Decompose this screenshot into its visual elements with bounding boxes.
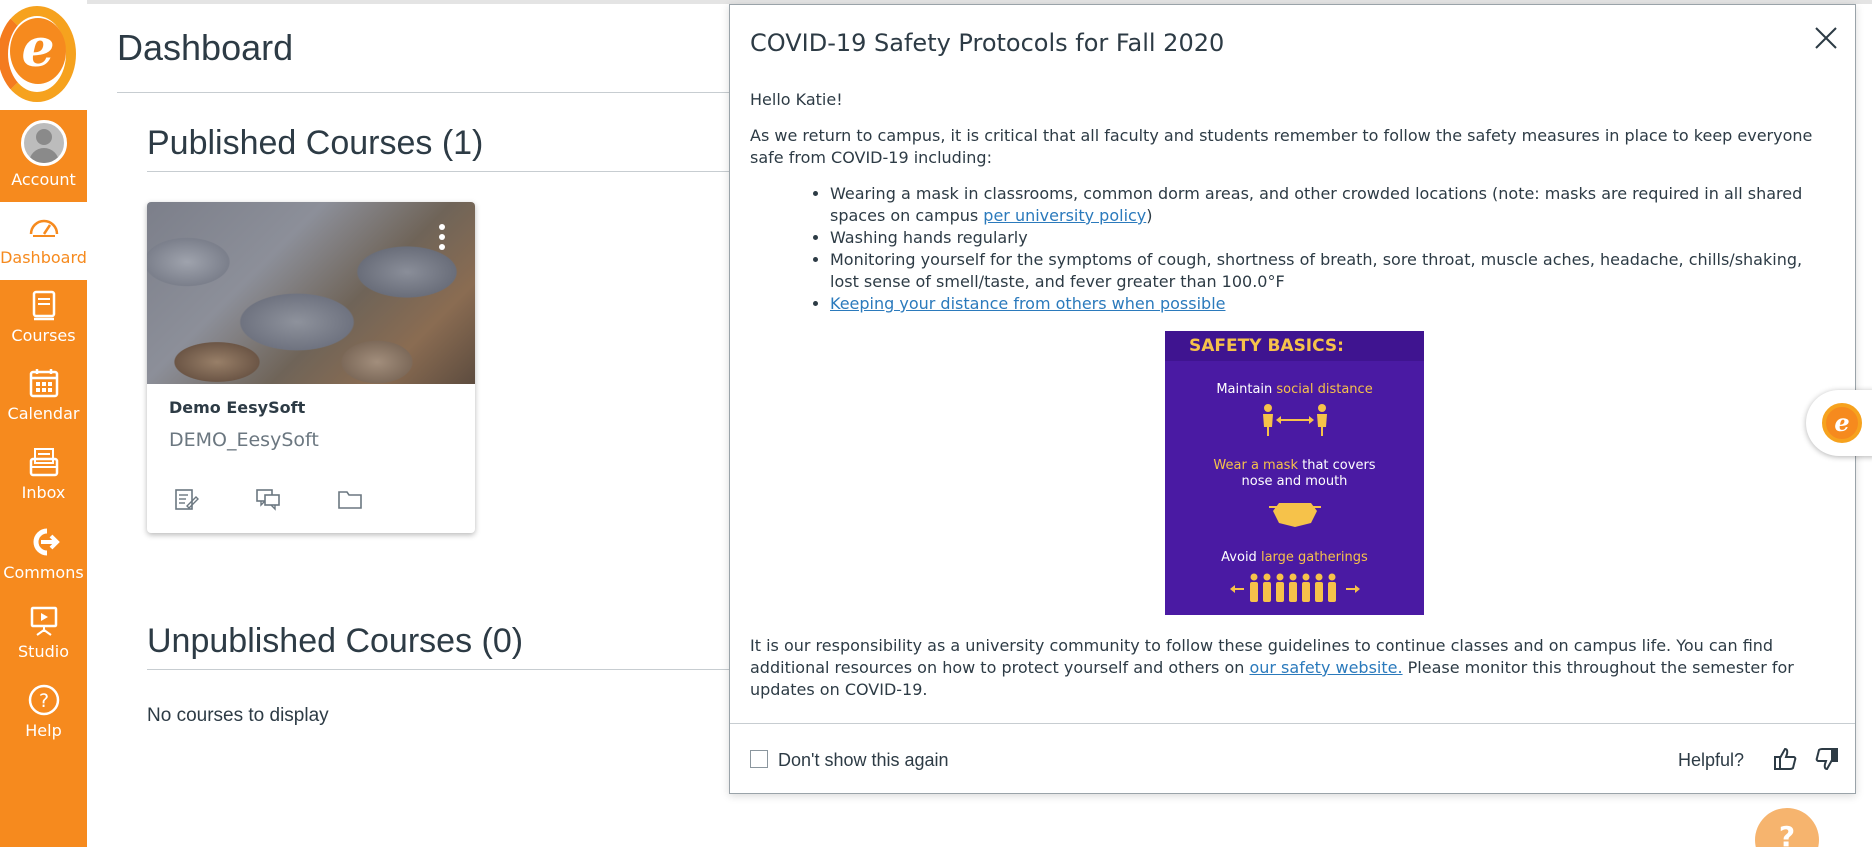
calendar-icon	[27, 366, 61, 400]
face-mask-icon	[1269, 503, 1321, 527]
safety-list: Wearing a mask in classrooms, common dor…	[830, 183, 1832, 315]
nav-dashboard-label: Dashboard	[0, 248, 87, 267]
gatherings-icon	[1230, 573, 1360, 602]
helpful-label: Helpful?	[1678, 750, 1745, 770]
files-icon[interactable]	[337, 486, 363, 512]
poster-line-mask-2: nose and mouth	[1241, 474, 1348, 489]
poster-line-gatherings: Avoid large gatherings	[1221, 550, 1368, 565]
nav-help-label: Help	[25, 721, 62, 740]
list-item: Wearing a mask in classrooms, common dor…	[830, 183, 1832, 227]
mask-text: Wearing a mask in classrooms, common dor…	[830, 184, 1803, 225]
nav-studio-label: Studio	[18, 642, 69, 661]
commons-icon	[27, 525, 61, 559]
dont-show-checkbox[interactable]	[750, 750, 768, 768]
closing-paragraph: It is our responsibility as a university…	[750, 636, 1794, 699]
published-courses-heading: Published Courses (1)	[147, 124, 484, 162]
published-divider	[147, 171, 737, 172]
thumbs-up-icon[interactable]	[1772, 746, 1798, 772]
list-item: Keeping your distance from others when p…	[830, 293, 1832, 315]
washing-text: Washing hands regularly	[830, 228, 1028, 247]
close-button[interactable]	[1811, 23, 1841, 53]
poster-line-distance: Maintain social distance	[1216, 382, 1373, 397]
announcement-modal: COVID-19 Safety Protocols for Fall 2020 …	[729, 4, 1856, 794]
greeting: Hello Katie!	[750, 90, 843, 109]
unpublished-divider	[147, 669, 737, 670]
floating-help-button[interactable]: ?	[1755, 808, 1819, 847]
logo-letter-icon: e	[10, 18, 66, 84]
nav-account-label: Account	[11, 170, 76, 189]
dont-show-label[interactable]: Don't show this again	[778, 748, 949, 772]
nav-account[interactable]: Account	[0, 110, 87, 202]
list-item: Monitoring yourself for the symptoms of …	[830, 249, 1832, 293]
inbox-icon	[27, 445, 61, 479]
nav-help[interactable]: ? Help	[0, 675, 87, 753]
course-card-image[interactable]	[147, 202, 475, 384]
poster-line-mask: Wear a mask that covers	[1213, 458, 1376, 473]
safety-basics-poster: SAFETY BASICS: Maintain social distance …	[1165, 331, 1424, 615]
nav-commons[interactable]: Commons	[0, 517, 87, 595]
eesysoft-launcher[interactable]: e	[1806, 390, 1872, 456]
nav-courses[interactable]: Courses	[0, 280, 87, 358]
monitoring-text: Monitoring yourself for the symptoms of …	[830, 250, 1803, 291]
avatar	[20, 120, 67, 166]
social-distance-icon	[1263, 404, 1327, 436]
course-card[interactable]: Demo EesySoft DEMO_EesySoft	[147, 202, 475, 533]
book-icon	[27, 288, 61, 322]
poster-heading: SAFETY BASICS:	[1189, 336, 1344, 356]
nav-inbox-label: Inbox	[21, 483, 66, 502]
discussions-icon[interactable]	[255, 486, 281, 512]
question-icon: ?	[1778, 820, 1796, 847]
modal-body: Hello Katie! As we return to campus, it …	[750, 89, 1832, 715]
intro-paragraph: As we return to campus, it is critical t…	[750, 126, 1813, 167]
modal-footer: Don't show this again Helpful?	[730, 723, 1855, 793]
page-title: Dashboard	[117, 27, 294, 68]
thumbs-down-icon[interactable]	[1814, 746, 1840, 772]
nav-calendar-label: Calendar	[7, 404, 80, 423]
mask-text-end: )	[1146, 206, 1153, 225]
unpublished-courses-heading: Unpublished Courses (0)	[147, 622, 524, 660]
nav-dashboard[interactable]: Dashboard	[0, 202, 87, 280]
nav-calendar[interactable]: Calendar	[0, 358, 87, 436]
assignments-icon[interactable]	[173, 486, 199, 512]
help-icon: ?	[27, 683, 61, 717]
list-item: Washing hands regularly	[830, 227, 1832, 249]
nav-courses-label: Courses	[11, 326, 76, 345]
close-icon	[1815, 27, 1837, 49]
eesysoft-logo[interactable]: e	[0, 0, 87, 110]
course-code: DEMO_EesySoft	[169, 429, 319, 451]
title-divider	[117, 92, 737, 93]
nav-studio[interactable]: Studio	[0, 596, 87, 674]
dashboard-icon	[27, 210, 61, 244]
poster-header: SAFETY BASICS:	[1165, 331, 1424, 361]
university-policy-link[interactable]: per university policy	[983, 206, 1146, 225]
nav-commons-label: Commons	[3, 563, 84, 582]
card-options-icon[interactable]	[439, 224, 445, 254]
studio-icon	[27, 604, 61, 638]
distance-link[interactable]: Keeping your distance from others when p…	[830, 294, 1225, 313]
eesysoft-icon: e	[1822, 403, 1862, 443]
global-nav: e Account Dashboard Courses Calendar Inb…	[0, 0, 87, 847]
svg-text:?: ?	[38, 690, 48, 712]
modal-title: COVID-19 Safety Protocols for Fall 2020	[750, 29, 1225, 57]
course-name[interactable]: Demo EesySoft	[169, 398, 305, 418]
no-courses-text: No courses to display	[147, 705, 329, 726]
nav-inbox[interactable]: Inbox	[0, 437, 87, 515]
safety-website-link[interactable]: our safety website.	[1249, 658, 1402, 677]
